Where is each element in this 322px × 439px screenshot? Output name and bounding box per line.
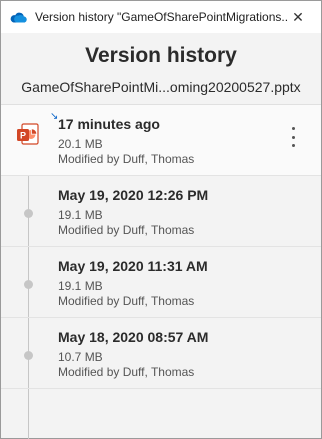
timeline-dot-icon [24,351,33,360]
title-bar: Version history "GameOfSharePointMigrati… [1,1,321,33]
onedrive-cloud-icon [10,12,27,23]
version-author: Modified by Duff, Thomas [58,152,195,166]
panel-header: Version history GameOfSharePointMi...omi… [1,33,321,105]
version-author: Modified by Duff, Thomas [58,365,195,379]
version-history-window: Version history "GameOfSharePointMigrati… [0,0,322,439]
version-size: 19.1 MB [58,208,103,222]
svg-text:P: P [20,131,26,141]
version-time: May 19, 2020 11:31 AM [58,258,208,274]
version-item[interactable]: May 19, 2020 12:26 PM 19.1 MB Modified b… [1,176,321,247]
timeline-dot-icon [24,209,33,218]
timeline-dot-icon [24,280,33,289]
version-list: P ↘ 17 minutes ago 20.1 MB Modified by D… [1,105,321,439]
version-author: Modified by Duff, Thomas [58,294,195,308]
more-dot-icon [291,135,295,139]
version-time: May 19, 2020 12:26 PM [58,187,209,203]
version-size: 20.1 MB [58,137,103,151]
close-icon: ✕ [292,8,304,25]
version-item[interactable]: May 18, 2020 08:57 AM 10.7 MB Modified b… [1,318,321,389]
page-title: Version history [85,44,237,67]
version-author: Modified by Duff, Thomas [58,223,195,237]
version-time: May 18, 2020 08:57 AM [58,329,209,345]
more-options-button[interactable] [287,127,299,147]
file-name: GameOfSharePointMi...oming20200527.pptx [21,79,301,95]
recent-change-icon: ↘ [50,111,59,122]
close-button[interactable]: ✕ [275,1,321,33]
version-size: 19.1 MB [58,279,103,293]
version-size: 10.7 MB [58,350,103,364]
powerpoint-file-icon: P [17,123,39,145]
version-item[interactable]: May 19, 2020 11:31 AM 19.1 MB Modified b… [1,247,321,318]
version-time: 17 minutes ago [58,116,160,132]
version-item-current[interactable]: P ↘ 17 minutes ago 20.1 MB Modified by D… [1,105,321,176]
window-title: Version history "GameOfSharePointMigrati… [35,10,287,24]
more-dot-icon [291,127,295,130]
more-dot-icon [291,144,295,147]
